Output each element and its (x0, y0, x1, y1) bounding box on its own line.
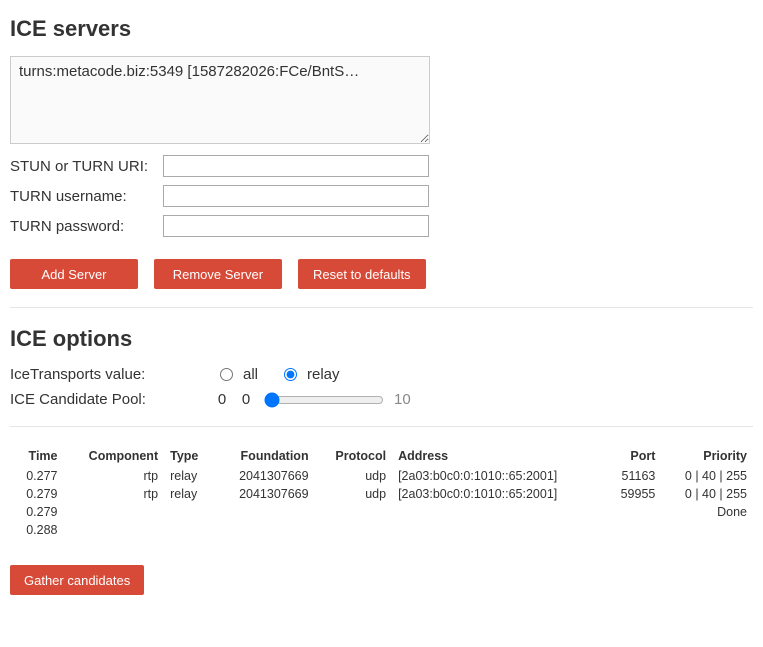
ice-servers-heading: ICE servers (10, 16, 753, 42)
cell-address (392, 503, 604, 521)
cell-address: [2a03:b0c0:0:1010::65:2001] (392, 485, 604, 503)
cell-port: 51163 (604, 467, 662, 485)
cell-foundation: 2041307669 (214, 485, 315, 503)
cell-time: 0.279 (10, 503, 63, 521)
turn-password-input[interactable] (163, 215, 429, 237)
turn-username-input[interactable] (163, 185, 429, 207)
th-address: Address (392, 445, 604, 467)
pool-value: 0 (234, 391, 258, 408)
cell-foundation (214, 521, 315, 539)
cell-protocol (315, 521, 392, 539)
ice-options-heading: ICE options (10, 326, 753, 352)
cell-priority: 0 | 40 | 255 (661, 467, 753, 485)
table-row: 0.277rtprelay2041307669udp[2a03:b0c0:0:1… (10, 467, 753, 485)
cell-component: rtp (63, 485, 164, 503)
ice-pool-label: ICE Candidate Pool: (10, 391, 210, 408)
pool-low: 0 (210, 391, 234, 408)
cell-protocol: udp (315, 485, 392, 503)
gather-candidates-button[interactable]: Gather candidates (10, 565, 144, 595)
stun-uri-input[interactable] (163, 155, 429, 177)
cell-protocol (315, 503, 392, 521)
cell-foundation: 2041307669 (214, 467, 315, 485)
cell-address: [2a03:b0c0:0:1010::65:2001] (392, 467, 604, 485)
candidates-table: Time Component Type Foundation Protocol … (10, 445, 753, 539)
cell-component (63, 503, 164, 521)
cell-time: 0.279 (10, 485, 63, 503)
th-foundation: Foundation (214, 445, 315, 467)
table-row: 0.288 (10, 521, 753, 539)
cell-type (164, 521, 214, 539)
cell-port: 59955 (604, 485, 662, 503)
ice-transports-label: IceTransports value: (10, 366, 220, 383)
radio-relay[interactable] (284, 368, 297, 381)
divider (10, 426, 753, 427)
radio-relay-label: relay (307, 366, 340, 383)
table-row: 0.279rtprelay2041307669udp[2a03:b0c0:0:1… (10, 485, 753, 503)
cell-priority: Done (661, 503, 753, 521)
cell-type: relay (164, 467, 214, 485)
cell-time: 0.288 (10, 521, 63, 539)
pool-slider[interactable] (264, 392, 384, 408)
cell-address (392, 521, 604, 539)
stun-uri-label: STUN or TURN URI: (10, 158, 163, 175)
th-time: Time (10, 445, 63, 467)
radio-all[interactable] (220, 368, 233, 381)
th-port: Port (604, 445, 662, 467)
cell-type: relay (164, 485, 214, 503)
cell-priority: 0 | 40 | 255 (661, 485, 753, 503)
cell-priority (661, 521, 753, 539)
th-priority: Priority (661, 445, 753, 467)
remove-server-button[interactable]: Remove Server (154, 259, 282, 289)
cell-component: rtp (63, 467, 164, 485)
cell-protocol: udp (315, 467, 392, 485)
cell-component (63, 521, 164, 539)
th-type: Type (164, 445, 214, 467)
pool-high: 10 (394, 391, 411, 408)
radio-all-label: all (243, 366, 258, 383)
reset-defaults-button[interactable]: Reset to defaults (298, 259, 426, 289)
th-component: Component (63, 445, 164, 467)
divider (10, 307, 753, 308)
cell-port (604, 503, 662, 521)
turn-password-label: TURN password: (10, 218, 163, 235)
cell-foundation (214, 503, 315, 521)
table-row: 0.279 Done (10, 503, 753, 521)
ice-servers-textarea[interactable] (10, 56, 430, 144)
th-protocol: Protocol (315, 445, 392, 467)
cell-time: 0.277 (10, 467, 63, 485)
turn-username-label: TURN username: (10, 188, 163, 205)
add-server-button[interactable]: Add Server (10, 259, 138, 289)
cell-port (604, 521, 662, 539)
cell-type (164, 503, 214, 521)
